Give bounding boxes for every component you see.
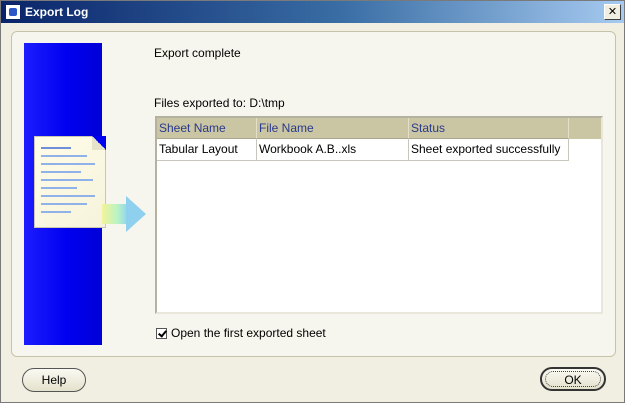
open-first-sheet-label: Open the first exported sheet <box>171 326 326 340</box>
column-header-file-name[interactable]: File Name <box>257 118 409 139</box>
cell-status: Sheet exported successfully <box>409 139 569 161</box>
table-row[interactable]: Tabular Layout Workbook A.B..xls Sheet e… <box>157 139 601 161</box>
title-bar[interactable]: Export Log ✕ <box>1 1 624 23</box>
export-path-label: Files exported to: D:\tmp <box>154 96 285 110</box>
export-complete-label: Export complete <box>154 46 241 60</box>
column-header-status[interactable]: Status <box>409 118 569 139</box>
app-window-icon <box>5 4 21 20</box>
help-button[interactable]: Help <box>22 368 86 392</box>
export-arrow-icon <box>102 204 128 224</box>
ok-button[interactable]: OK <box>540 367 606 391</box>
table-header: Sheet Name File Name Status <box>157 118 601 139</box>
window-title: Export Log <box>25 5 89 19</box>
document-icon <box>34 136 106 228</box>
cell-sheet-name: Tabular Layout <box>157 139 257 161</box>
open-first-sheet-checkbox[interactable] <box>156 327 167 339</box>
close-button[interactable]: ✕ <box>604 4 621 20</box>
export-log-dialog: Export Log ✕ Export complete Files expor… <box>0 0 625 403</box>
export-arrow-head-icon <box>126 196 146 232</box>
column-header-sheet-name[interactable]: Sheet Name <box>157 118 257 139</box>
cell-file-name: Workbook A.B..xls <box>257 139 409 161</box>
open-first-sheet-option[interactable]: Open the first exported sheet <box>156 326 326 340</box>
content-panel: Export complete Files exported to: D:\tm… <box>11 31 616 357</box>
export-log-table[interactable]: Sheet Name File Name Status Tabular Layo… <box>155 116 603 314</box>
